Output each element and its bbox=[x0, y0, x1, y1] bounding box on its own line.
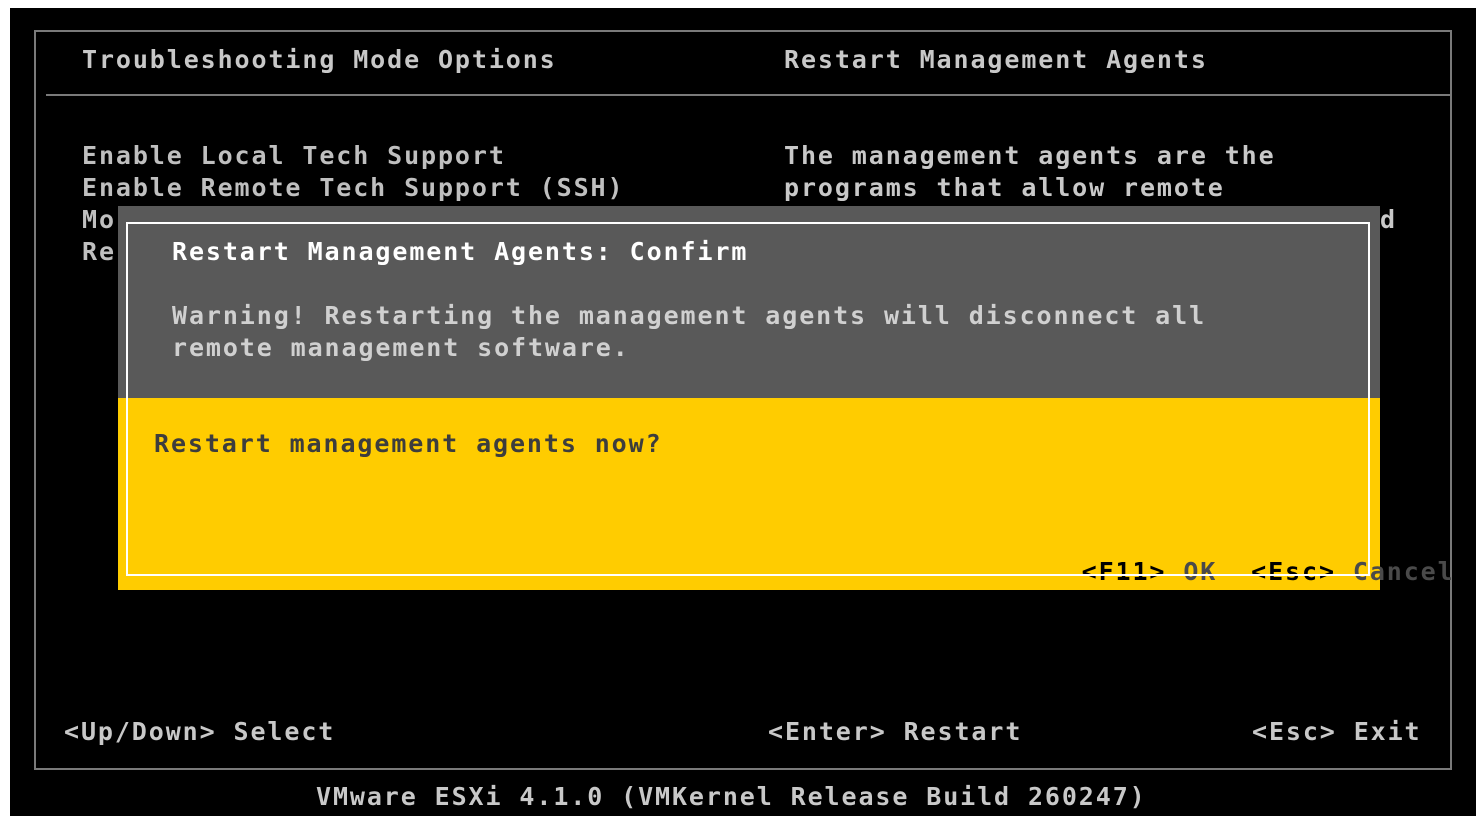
cancel-label: Cancel bbox=[1352, 557, 1455, 586]
ok-key: <F11> bbox=[1081, 557, 1167, 586]
version-banner: VMware ESXi 4.1.0 (VMKernel Release Buil… bbox=[316, 782, 1147, 811]
dialog-actions: <F11> OK <Esc> Cancel bbox=[946, 524, 1455, 620]
header-right-title: Restart Management Agents bbox=[784, 45, 1208, 74]
dialog-prompt-panel: Restart management agents now? <F11> OK … bbox=[118, 398, 1453, 590]
menu-item-local-tech-support[interactable]: Enable Local Tech Support bbox=[82, 140, 506, 172]
menu-item-restart-agents[interactable]: Re bbox=[82, 236, 116, 268]
footer-select-hint: <Up/Down> Select bbox=[64, 717, 336, 746]
description-line: d bbox=[1380, 205, 1397, 234]
dialog-header-panel: Restart Management Agents: Confirm Warni… bbox=[118, 206, 1380, 398]
confirm-dialog: Restart Management Agents: Confirm Warni… bbox=[118, 206, 1453, 590]
ok-button[interactable]: <F11> OK bbox=[1082, 556, 1218, 588]
cancel-button[interactable]: <Esc> Cancel bbox=[1251, 556, 1454, 588]
menu-item-remote-tech-support[interactable]: Enable Remote Tech Support (SSH) bbox=[82, 172, 624, 204]
dialog-question: Restart management agents now? bbox=[154, 429, 663, 458]
dialog-title: Restart Management Agents: Confirm bbox=[172, 237, 749, 266]
cancel-key: <Esc> bbox=[1251, 557, 1336, 586]
ok-label: OK bbox=[1183, 557, 1218, 586]
header-divider bbox=[46, 94, 1452, 96]
esxi-console-screen: Troubleshooting Mode Options Restart Man… bbox=[10, 8, 1476, 816]
dialog-warning-line: remote management software. bbox=[172, 333, 630, 362]
footer-exit-hint: <Esc> Exit bbox=[1252, 717, 1422, 746]
menu-item-modify[interactable]: Mo bbox=[82, 204, 116, 236]
description-line: programs that allow remote bbox=[784, 173, 1225, 202]
dialog-warning-line: Warning! Restarting the management agent… bbox=[172, 301, 1207, 330]
description-line: The management agents are the bbox=[784, 141, 1276, 170]
header-left-title: Troubleshooting Mode Options bbox=[82, 45, 557, 74]
footer-restart-hint: <Enter> Restart bbox=[768, 717, 1023, 746]
